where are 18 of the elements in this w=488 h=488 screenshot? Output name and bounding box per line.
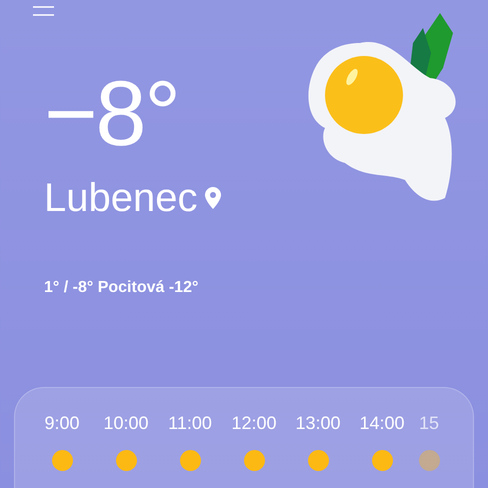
hour-label: 13:00 [295,412,341,434]
hour-label: 15 [419,412,440,434]
hour-label: 11:00 [168,412,212,434]
sun-icon [116,450,136,471]
sun-icon [308,450,328,471]
hour-label: 14:00 [359,412,405,434]
temperature-summary: 1° / -8° Pocitová -12° [44,278,200,298]
hour-label: 9:00 [44,412,80,434]
temperature: −8° [44,68,180,160]
sun-icon [419,450,440,471]
hour-label: 10:00 [103,412,149,434]
location-name: Lubenec [44,178,198,218]
sun-icon [52,450,72,471]
location-pin-icon [205,187,222,209]
sun-icon [372,450,392,471]
sun-icon [180,450,200,471]
hour-label: 12:00 [231,412,277,434]
sun-icon [244,450,264,471]
